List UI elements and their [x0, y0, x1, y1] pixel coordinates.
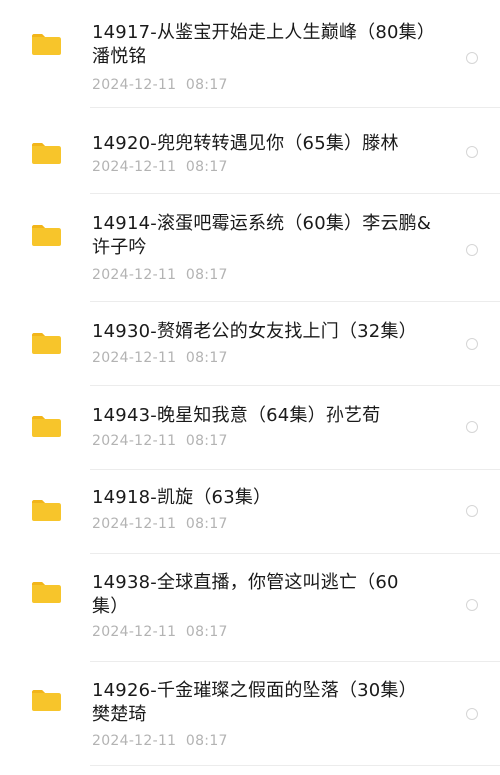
folder-icon	[31, 142, 62, 165]
file-meta: 2024-12-11 08:17	[92, 624, 228, 640]
radio-unchecked-icon[interactable]	[466, 146, 478, 158]
radio-unchecked-icon[interactable]	[466, 52, 478, 64]
file-title: 14917-从鉴宝开始走上人生巅峰（80集） 潘悦铭	[92, 22, 436, 67]
file-title: 14918-凯旋（63集）	[92, 487, 272, 508]
folder-icon	[31, 689, 62, 712]
folder-icon	[31, 581, 62, 604]
file-title: 14926-千金璀璨之假面的坠落（30集） 樊楚琦	[92, 680, 417, 725]
file-meta: 2024-12-11 08:17	[92, 267, 228, 283]
file-title: 14943-晚星知我意（64集）孙艺荀	[92, 405, 381, 426]
file-meta: 2024-12-11 08:17	[92, 350, 228, 366]
file-meta: 2024-12-11 08:17	[92, 516, 228, 532]
file-meta: 2024-12-11 08:17	[92, 433, 228, 449]
divider	[90, 765, 500, 766]
folder-icon	[31, 415, 62, 438]
file-title: 14930-赘婿老公的女友找上门（32集）	[92, 321, 417, 342]
radio-unchecked-icon[interactable]	[466, 599, 478, 611]
radio-unchecked-icon[interactable]	[466, 421, 478, 433]
file-list: 14917-从鉴宝开始走上人生巅峰（80集） 潘悦铭 2024-12-11 08:…	[0, 0, 500, 775]
list-item[interactable]: 14914-滚蛋吧霉运系统（60集）李云鹏& 许子吟 2024-12-11 08:…	[0, 194, 500, 302]
list-item[interactable]: 14930-赘婿老公的女友找上门（32集） 2024-12-11 08:17	[0, 302, 500, 386]
file-meta: 2024-12-11 08:17	[92, 77, 228, 93]
file-title: 14938-全球直播，你管这叫逃亡（60 集）	[92, 572, 399, 617]
list-item[interactable]: 14920-兜兜转转遇见你（65集）滕林 2024-12-11 08:17	[0, 108, 500, 194]
file-meta: 2024-12-11 08:17	[92, 733, 228, 749]
list-item[interactable]: 14938-全球直播，你管这叫逃亡（60 集） 2024-12-11 08:17	[0, 554, 500, 662]
radio-unchecked-icon[interactable]	[466, 708, 478, 720]
file-title: 14920-兜兜转转遇见你（65集）滕林	[92, 133, 399, 154]
folder-icon	[31, 33, 62, 56]
file-title: 14914-滚蛋吧霉运系统（60集）李云鹏& 许子吟	[92, 213, 432, 258]
list-item[interactable]: 14926-千金璀璨之假面的坠落（30集） 樊楚琦 2024-12-11 08:1…	[0, 662, 500, 775]
folder-icon	[31, 224, 62, 247]
list-item[interactable]: 14943-晚星知我意（64集）孙艺荀 2024-12-11 08:17	[0, 386, 500, 470]
folder-icon	[31, 332, 62, 355]
radio-unchecked-icon[interactable]	[466, 505, 478, 517]
radio-unchecked-icon[interactable]	[466, 244, 478, 256]
list-item[interactable]: 14918-凯旋（63集） 2024-12-11 08:17	[0, 470, 500, 554]
radio-unchecked-icon[interactable]	[466, 338, 478, 350]
file-meta: 2024-12-11 08:17	[92, 159, 228, 175]
folder-icon	[31, 499, 62, 522]
list-item[interactable]: 14917-从鉴宝开始走上人生巅峰（80集） 潘悦铭 2024-12-11 08:…	[0, 0, 500, 108]
